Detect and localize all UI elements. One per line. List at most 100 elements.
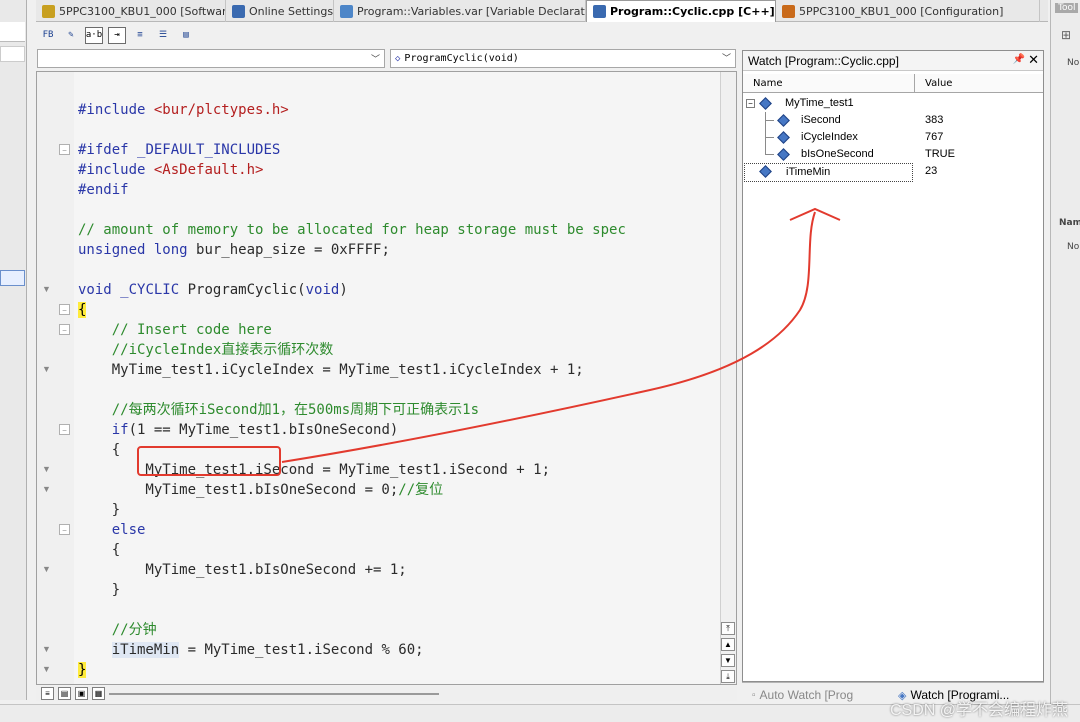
fold-marker-icon[interactable]: ▼: [41, 644, 52, 655]
scope-dropdown[interactable]: ﹀: [37, 49, 385, 68]
fold-marker-icon[interactable]: ▼: [41, 484, 52, 495]
code-line[interactable]: MyTime_test1.iSecond = MyTime_test1.iSec…: [78, 460, 550, 480]
code-line[interactable]: }: [78, 580, 120, 600]
watch-row[interactable]: iSecond 383: [743, 112, 1043, 129]
chevron-down-icon[interactable]: ﹀: [721, 52, 732, 66]
code-line[interactable]: }: [78, 500, 120, 520]
code-line[interactable]: #ifdef _DEFAULT_INCLUDES: [78, 140, 280, 160]
code-line[interactable]: void _CYCLIC ProgramCyclic(void): [78, 280, 348, 300]
watch-var-value: 23: [925, 165, 938, 177]
fold-toggle-icon[interactable]: −: [59, 524, 70, 535]
variable-file-icon: [340, 4, 353, 18]
view-mode-4-icon[interactable]: ▦: [92, 687, 105, 700]
code-line[interactable]: //每两次循环iSecond加1，在500ms周期下可正确表示1s: [78, 400, 479, 420]
left-panel-field[interactable]: [0, 46, 25, 62]
monitor-icon: [232, 4, 245, 18]
editor-bottom-bar: ≡ ▤ ▣ ▦: [36, 686, 737, 701]
watch-row[interactable]: iTimeMin 23: [743, 163, 1043, 182]
code-line[interactable]: {: [78, 540, 120, 560]
code-line[interactable]: // Insert code here: [78, 320, 272, 340]
tab-0[interactable]: 5PPC3100_KBU1_000 [Software]: [36, 0, 226, 22]
software-icon: [42, 4, 55, 18]
watch-var-name: iCycleIndex: [801, 131, 858, 143]
fold-toggle-icon[interactable]: −: [59, 424, 70, 435]
fold-marker-icon[interactable]: ▼: [41, 464, 52, 475]
fold-toggle-icon[interactable]: −: [59, 144, 70, 155]
ab-spell-icon[interactable]: a·b: [85, 26, 103, 44]
watch-var-value: 767: [925, 131, 944, 143]
code-editor[interactable]: − ▼ − − ▼ − ▼ ▼ − ▼ ▼ ▼ #include <bur/plctypes.h> #i…: [36, 71, 737, 685]
watch-var-value: TRUE: [925, 148, 955, 160]
vertical-scrollbar[interactable]: ⤒ ▲ ▼ ⤓: [720, 72, 736, 684]
left-panel-selected-item[interactable]: [0, 270, 25, 286]
fold-marker-icon[interactable]: ▼: [41, 284, 52, 295]
tab-4[interactable]: 5PPC3100_KBU1_000 [Configuration]: [776, 0, 1040, 22]
tab-auto-watch[interactable]: ▫ Auto Watch [Prog: [752, 686, 853, 704]
code-line[interactable]: {: [78, 440, 120, 460]
toolbox-grid-icon[interactable]: ⊞: [1061, 28, 1071, 42]
code-line[interactable]: //iCycleIndex直接表示循环次数: [78, 340, 334, 360]
code-line[interactable]: #include <bur/plctypes.h>: [78, 100, 289, 120]
fold-toggle-icon[interactable]: −: [59, 304, 70, 315]
pin-icon[interactable]: 📌: [1013, 54, 1025, 65]
tab-label: Program::Variables.var [Variable Declara…: [357, 4, 586, 18]
watch-row[interactable]: − MyTime_test1: [743, 95, 1043, 112]
scroll-page-up-icon[interactable]: ▲: [721, 638, 735, 651]
tree-line: [765, 137, 774, 138]
insert-fb-icon[interactable]: FB: [39, 27, 57, 44]
indent-icon[interactable]: ⇥: [108, 26, 126, 44]
watch-row[interactable]: iCycleIndex 767: [743, 129, 1043, 146]
code-line[interactable]: #endif: [78, 180, 129, 200]
function-dropdown[interactable]: ◇ ProgramCyclic(void) ﹀: [390, 49, 736, 68]
code-line[interactable]: iTimeMin = MyTime_test1.iSecond % 60;: [78, 640, 424, 660]
code-line[interactable]: {: [78, 300, 87, 320]
pencil-icon[interactable]: ✎: [62, 27, 80, 44]
fold-marker-icon[interactable]: ▼: [41, 664, 52, 675]
code-line[interactable]: //分钟: [78, 620, 157, 640]
function-selector-row: ﹀ ◇ ProgramCyclic(void) ﹀: [36, 48, 738, 69]
fold-marker-icon[interactable]: ▼: [41, 564, 52, 575]
code-line[interactable]: MyTime_test1.bIsOneSecond = 0;//复位: [78, 480, 443, 500]
code-line[interactable]: // amount of memory to be allocated for …: [78, 220, 626, 240]
tree-line: [765, 154, 774, 155]
page-icon[interactable]: ▤: [177, 27, 195, 44]
collapse-toggle-icon[interactable]: −: [746, 99, 755, 108]
tree-line: [765, 120, 774, 121]
watch-var-name: bIsOneSecond: [801, 148, 874, 160]
code-line[interactable]: MyTime_test1.iCycleIndex = MyTime_test1.…: [78, 360, 584, 380]
watch-var-value: 383: [925, 114, 944, 126]
editor-tab-strip: 5PPC3100_KBU1_000 [Software] Online Setti…: [36, 0, 1048, 22]
tab-label: 5PPC3100_KBU1_000 [Software]: [59, 4, 226, 18]
code-area[interactable]: #include <bur/plctypes.h> #ifdef _DEFAULT…: [78, 72, 718, 684]
variable-icon: [759, 97, 772, 110]
tab-1[interactable]: Online Settings: [226, 0, 334, 22]
code-line[interactable]: if(1 == MyTime_test1.bIsOneSecond): [78, 420, 399, 440]
watch-col-value[interactable]: Value: [915, 74, 1043, 93]
code-line[interactable]: else: [78, 520, 146, 540]
watch-var-name: iSecond: [801, 114, 841, 126]
watch-col-name[interactable]: Name: [743, 74, 915, 93]
scroll-bottom-icon[interactable]: ⤓: [721, 670, 735, 683]
watch-row[interactable]: bIsOneSecond TRUE: [743, 146, 1043, 163]
tab-3[interactable]: Program::Cyclic.cpp [C++]✕: [586, 0, 776, 22]
tab-2[interactable]: Program::Variables.var [Variable Declara…: [334, 0, 586, 22]
view-mode-1-icon[interactable]: ≡: [41, 687, 54, 700]
list-icon[interactable]: ☰: [154, 27, 172, 44]
horizontal-scrollbar[interactable]: [109, 693, 439, 695]
view-mode-2-icon[interactable]: ▤: [58, 687, 71, 700]
code-line[interactable]: #include <AsDefault.h>: [78, 160, 263, 180]
scroll-page-down-icon[interactable]: ▼: [721, 654, 735, 667]
scroll-top-icon[interactable]: ⤒: [721, 622, 735, 635]
fold-marker-icon[interactable]: ▼: [41, 364, 52, 375]
tab-label: 5PPC3100_KBU1_000 [Configuration]: [799, 4, 1004, 18]
outdent-icon[interactable]: ≡: [131, 27, 149, 44]
code-line[interactable]: }: [78, 660, 87, 680]
code-line[interactable]: MyTime_test1.bIsOneSecond += 1;: [78, 560, 406, 580]
toolbox-empty-text: No: [1067, 58, 1080, 68]
view-mode-3-icon[interactable]: ▣: [75, 687, 88, 700]
code-line[interactable]: unsigned long bur_heap_size = 0xFFFF;: [78, 240, 390, 260]
close-icon[interactable]: ✕: [1028, 52, 1039, 68]
chevron-down-icon[interactable]: ﹀: [370, 52, 381, 66]
watermark: CSDN @学不会编程炸燕: [889, 702, 1068, 719]
fold-toggle-icon[interactable]: −: [59, 324, 70, 335]
